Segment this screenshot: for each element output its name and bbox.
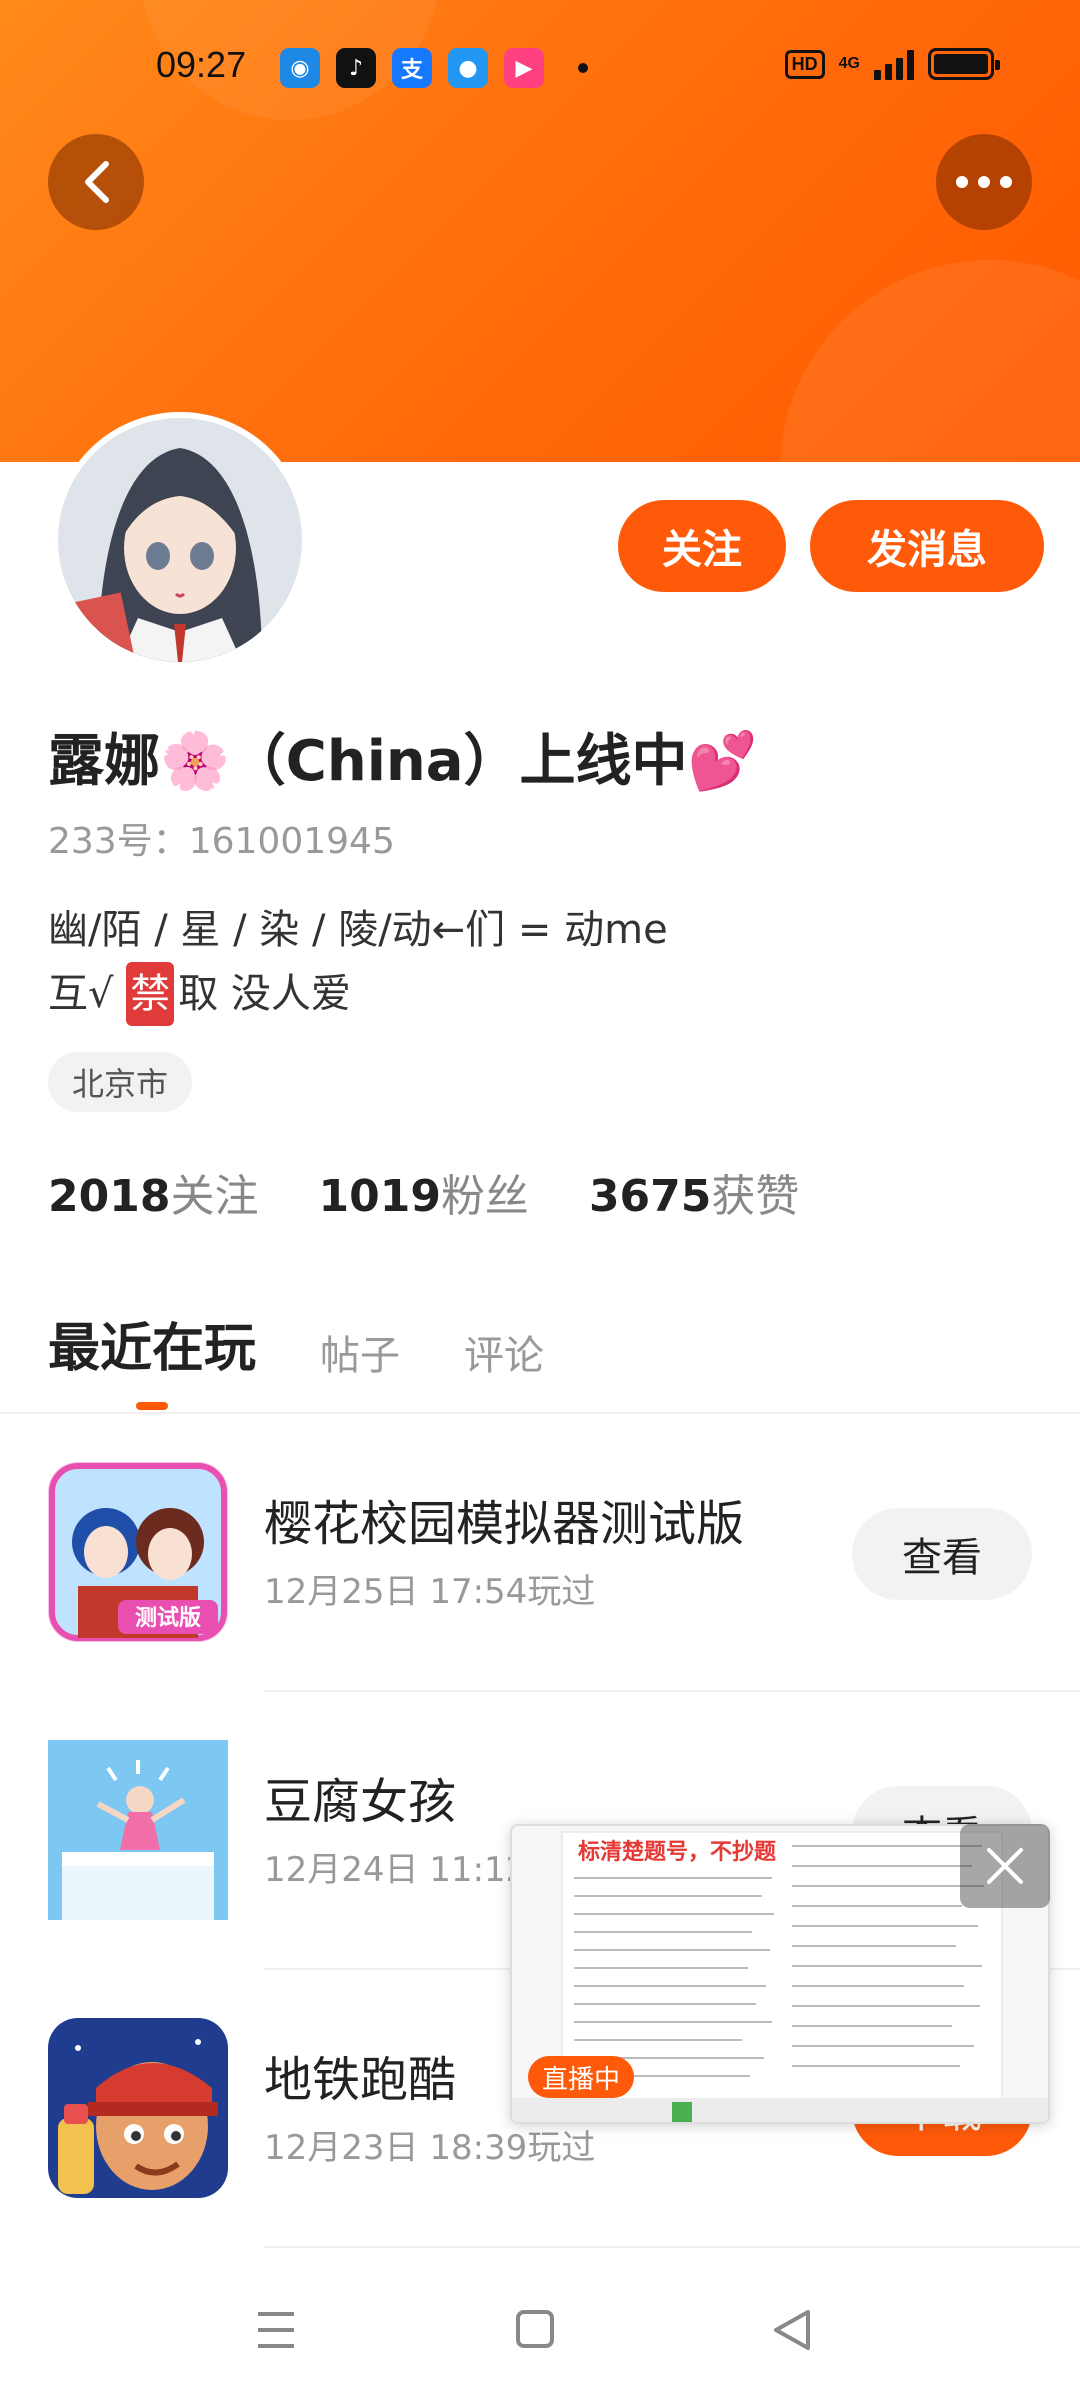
stat-likes: 3675获赞	[588, 1171, 800, 1222]
status-right: HD 4G	[784, 48, 1000, 80]
video-app-icon: ▶	[504, 48, 544, 88]
more-dots-icon	[956, 176, 968, 188]
profile-bio: 幽/陌 / 星 / 染 / 陵/动←们 = 动me 互√ 禁取 没人爱	[48, 898, 668, 1026]
battery-icon	[928, 48, 1000, 80]
back-triangle-icon[interactable]	[774, 2310, 810, 2350]
profile-stats: 2018关注 1019粉丝 3675获赞	[48, 1160, 799, 1224]
profile-tabs: 最近在玩 帖子 评论	[48, 1306, 544, 1381]
send-message-button[interactable]: 发消息	[810, 500, 1044, 592]
list-item[interactable]: 测试版 樱花校园模拟器测试版 12月25日 17:54玩过 查看	[0, 1462, 1080, 1738]
tofu-girl-game-icon	[48, 1740, 228, 1920]
signal-icon	[874, 48, 914, 80]
user-id[interactable]: 233号：161001945	[48, 812, 395, 864]
header-decoration	[780, 260, 1080, 462]
more-options-button[interactable]	[936, 134, 1032, 230]
pip-title: 标清楚题号，不抄题	[578, 1840, 777, 1865]
active-tab-indicator	[136, 1402, 168, 1410]
game-title: 地铁跑酷	[264, 2052, 457, 2108]
bio-line: 互√ 禁取 没人爱	[48, 962, 668, 1026]
system-navigation-bar	[0, 2260, 1080, 2400]
stat-following[interactable]: 2018关注	[48, 1160, 258, 1224]
qq-browser-icon: ●	[448, 48, 488, 88]
bio-text: 互√	[48, 971, 127, 1017]
tab-comments[interactable]: 评论	[464, 1323, 544, 1381]
game-played-time: 12月25日 17:54玩过	[264, 1572, 596, 1612]
divider	[0, 1412, 1080, 1414]
bio-line: 幽/陌 / 星 / 染 / 陵/动←们 = 动me	[48, 907, 668, 953]
status-bar: 09:27 ◉ ♪ 支 ● ▶ HD 4G	[0, 0, 1080, 140]
follow-button[interactable]: 关注	[618, 500, 786, 592]
close-icon	[987, 1848, 1023, 1884]
game-played-time: 12月24日 11:12	[264, 1850, 528, 1890]
tiktok-icon: ♪	[336, 48, 376, 88]
close-pip-button[interactable]	[960, 1824, 1050, 1908]
more-notifications-dot	[578, 63, 588, 73]
tab-recently-played[interactable]: 最近在玩	[48, 1306, 256, 1381]
stat-followers[interactable]: 1019粉丝	[318, 1160, 528, 1224]
location-tag: 北京市	[48, 1052, 193, 1112]
subway-surfers-game-icon	[48, 2018, 228, 2198]
hd-icon: HD	[784, 49, 825, 79]
tab-posts[interactable]: 帖子	[320, 1323, 400, 1381]
svg-text:测试版: 测试版	[135, 1606, 201, 1631]
menu-icon[interactable]	[258, 2312, 294, 2348]
browser-icon: ◉	[280, 48, 320, 88]
game-played-time: 12月23日 18:39玩过	[264, 2128, 596, 2168]
status-time: 09:27	[156, 44, 247, 85]
alipay-icon: 支	[392, 48, 432, 88]
profile-name: 露娜🌸（China）上线中💕	[48, 729, 758, 794]
anime-girl-avatar-image	[58, 418, 302, 662]
live-badge: 直播中	[528, 2056, 635, 2098]
divider	[264, 1690, 1080, 1692]
sakura-school-game-icon: 测试版	[48, 1462, 228, 1642]
avatar[interactable]	[52, 412, 308, 668]
bio-text: 取 没人爱	[178, 971, 351, 1017]
notification-icons: ◉ ♪ 支 ● ▶	[280, 48, 588, 88]
back-button[interactable]	[48, 134, 144, 230]
game-title: 豆腐女孩	[264, 1774, 457, 1830]
chevron-left-icon	[85, 161, 109, 203]
network-type-label: 4G	[838, 55, 860, 72]
home-icon[interactable]	[516, 2310, 554, 2348]
view-button[interactable]: 查看	[852, 1508, 1032, 1600]
game-title: 樱花校园模拟器测试版	[264, 1496, 745, 1552]
ban-badge: 禁	[126, 962, 175, 1026]
divider	[264, 2246, 1080, 2248]
